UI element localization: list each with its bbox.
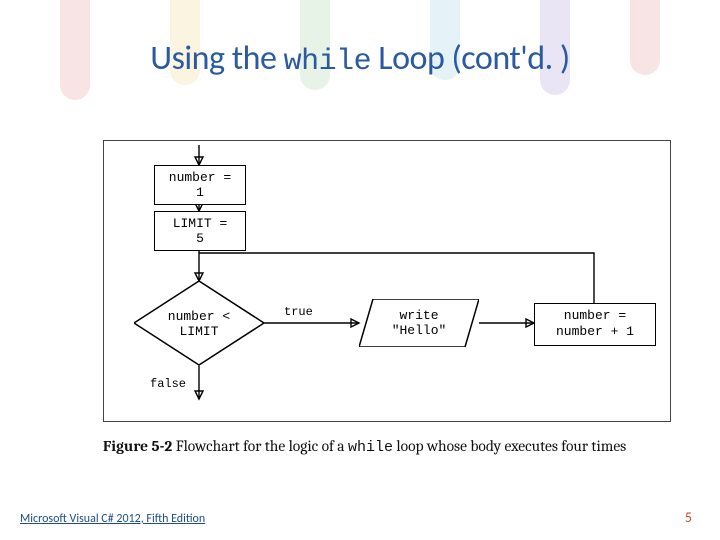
- io-write-hello: write "Hello": [359, 299, 479, 347]
- update-line2: number + 1: [556, 324, 634, 339]
- caption-text-1: Flowchart for the logic of a: [172, 437, 348, 455]
- title-code: while: [284, 45, 372, 79]
- caption-code: while: [348, 439, 393, 456]
- process-init-limit-text: LIMIT = 5: [173, 216, 228, 246]
- process-update-number: number = number + 1: [534, 303, 656, 346]
- title-post: Loop (cont'd. ): [371, 38, 570, 79]
- decision-line1: number <: [168, 309, 230, 324]
- figure-caption: Figure 5-2 Flowchart for the logic of a …: [103, 436, 673, 458]
- caption-fig-number: Figure 5-2: [103, 437, 172, 455]
- figure-frame: number = 1 LIMIT = 5 number < LIMIT true…: [103, 140, 671, 422]
- decision-line2: LIMIT: [179, 324, 218, 339]
- footer-source: Microsoft Visual C# 2012, Fifth Edition: [20, 512, 205, 526]
- title-pre: Using the: [150, 38, 283, 79]
- update-line1: number =: [564, 308, 626, 323]
- process-init-limit: LIMIT = 5: [154, 211, 246, 251]
- io-line2: "Hello": [392, 323, 447, 338]
- slide-title: Using the while Loop (cont'd. ): [0, 38, 720, 79]
- process-init-number-text: number = 1: [169, 170, 231, 200]
- caption-text-2: loop whose body executes four times: [393, 437, 626, 455]
- io-line1: write: [399, 308, 438, 323]
- edge-label-false: false: [150, 377, 186, 391]
- edge-label-true: true: [284, 305, 313, 319]
- decision-number-lt-limit: number < LIMIT: [134, 281, 264, 365]
- page-number: 5: [685, 509, 692, 526]
- process-init-number: number = 1: [154, 165, 246, 205]
